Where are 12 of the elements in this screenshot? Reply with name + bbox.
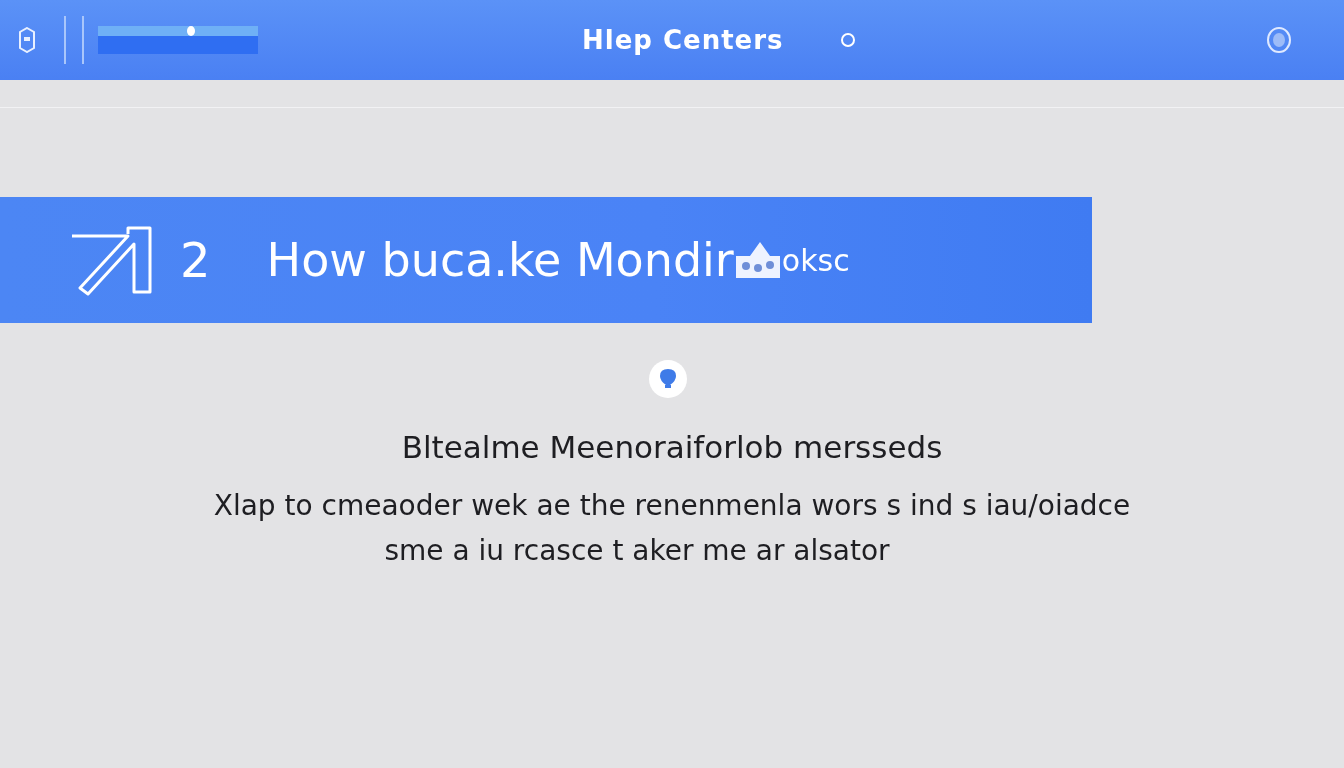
circle-icon[interactable] (839, 32, 856, 48)
banner-title-suffix: oksc (781, 242, 850, 278)
step-number: 2 (180, 232, 211, 288)
subheading: Bltealme Meenoraiforlob mersseds (401, 429, 943, 465)
record-icon[interactable] (1266, 26, 1292, 54)
shield-icon[interactable] (18, 27, 36, 53)
body-text: sme a iu rcasce t aker me ar alsator (384, 534, 890, 567)
header-title: Hlep Centers (582, 25, 784, 55)
slider[interactable] (98, 26, 258, 54)
body-text: Xlap to cmeaoder wek ae the renenmenla wors s ind s iau/oiadce (213, 489, 1131, 522)
banner-title: How buca.ke Mondir (266, 233, 734, 287)
pin-icon (648, 359, 688, 399)
